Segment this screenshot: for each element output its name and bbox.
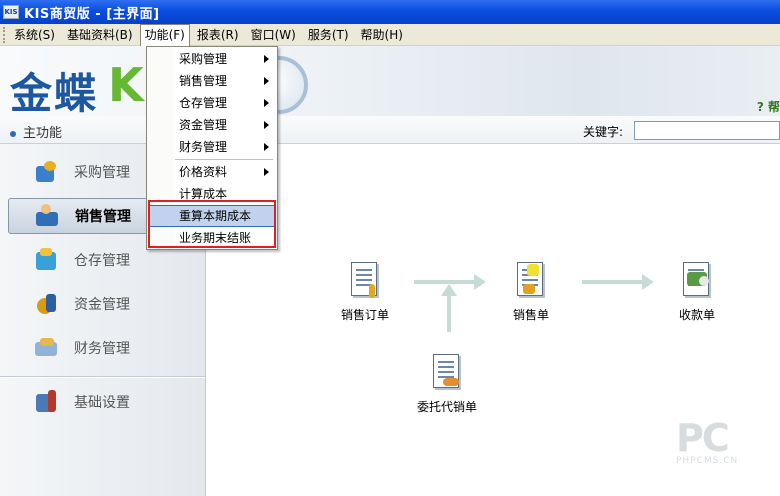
- submenu-arrow-icon: [264, 168, 269, 176]
- menu-item-label: 财务管理: [179, 140, 228, 154]
- menu-item-price-data[interactable]: 价格资料: [149, 161, 275, 183]
- title-bar: KIS KIS商贸版 - [主界面]: [0, 0, 780, 24]
- settings-icon: [34, 390, 60, 414]
- sidebar-item-label: 仓存管理: [74, 253, 130, 269]
- menu-item-money[interactable]: 资金管理: [149, 114, 275, 136]
- help-link[interactable]: ? 帮: [757, 98, 780, 115]
- flow-node-consignment[interactable]: 委托代销单: [407, 354, 487, 415]
- sidebar-item-label: 销售管理: [75, 209, 131, 225]
- flow-node-receipt[interactable]: 收款单: [657, 262, 737, 323]
- menu-help[interactable]: 帮助(H): [356, 24, 408, 45]
- keyword-input[interactable]: [634, 121, 780, 140]
- brand-banner: 金蝶 K ? 帮: [0, 46, 780, 116]
- annotation-highlight-frame: [148, 200, 276, 248]
- flow-arrow-up: [441, 284, 457, 332]
- sales-order-icon: [347, 262, 383, 302]
- sales-icon: [35, 204, 61, 228]
- menu-item-warehouse[interactable]: 仓存管理: [149, 92, 275, 114]
- menu-service[interactable]: 服务(T): [303, 24, 354, 45]
- menu-item-label: 仓存管理: [179, 96, 228, 110]
- brand-logo-text: 金蝶: [10, 69, 99, 116]
- menu-item-finance[interactable]: 财务管理: [149, 136, 275, 158]
- brand-logo-k: K: [108, 58, 144, 112]
- main-function-text: 主功能: [23, 126, 63, 141]
- flow-node-label: 委托代销单: [416, 400, 477, 414]
- keyword-label: 关键字:: [583, 125, 624, 139]
- sidebar-item-settings[interactable]: 基础设置: [8, 384, 202, 420]
- watermark-logo: PC PHPCMS.CN: [676, 416, 768, 476]
- submenu-arrow-icon: [264, 143, 269, 151]
- menu-item-label: 价格资料: [179, 165, 228, 179]
- finance-icon: [34, 336, 60, 360]
- money-icon: [34, 292, 60, 316]
- menu-separator: [175, 159, 273, 160]
- flow-node-label: 销售单: [512, 308, 549, 322]
- menu-reports[interactable]: 报表(R): [192, 24, 244, 45]
- submenu-arrow-icon: [264, 55, 269, 63]
- menu-window[interactable]: 窗口(W): [246, 24, 301, 45]
- warehouse-icon: [34, 248, 60, 272]
- menu-function[interactable]: 功能(F): [139, 23, 190, 46]
- menu-item-purchase[interactable]: 采购管理: [149, 48, 275, 70]
- main-function-label: 主功能: [10, 122, 62, 141]
- menu-item-sales[interactable]: 销售管理: [149, 70, 275, 92]
- submenu-arrow-icon: [264, 121, 269, 129]
- menu-item-label: 资金管理: [179, 118, 228, 132]
- menu-bar: 系统(S) 基础资料(B) 功能(F) 报表(R) 窗口(W) 服务(T) 帮助…: [0, 23, 780, 46]
- flow-node-label: 销售订单: [340, 308, 389, 322]
- watermark-big: PC: [676, 416, 730, 460]
- menu-item-label: 计算成本: [179, 187, 228, 201]
- submenu-arrow-icon: [264, 77, 269, 85]
- flow-node-label: 收款单: [678, 308, 715, 322]
- consignment-icon: [429, 354, 465, 394]
- menu-item-label: 销售管理: [179, 74, 228, 88]
- flow-node-sales-order[interactable]: 销售订单: [325, 262, 405, 323]
- flow-arrow: [582, 274, 654, 290]
- menu-system[interactable]: 系统(S): [9, 24, 60, 45]
- sidebar-item-label: 财务管理: [74, 341, 130, 357]
- menu-item-label: 采购管理: [179, 52, 228, 66]
- sidebar-item-finance[interactable]: 财务管理: [8, 330, 202, 366]
- window-title: KIS商贸版 - [主界面]: [24, 6, 160, 22]
- sidebar-item-label: 基础设置: [74, 395, 130, 411]
- submenu-arrow-icon: [264, 99, 269, 107]
- sidebar-item-label: 资金管理: [74, 297, 130, 313]
- app-icon: KIS: [3, 5, 19, 19]
- sidebar-divider: [0, 376, 205, 378]
- purchase-icon: [34, 160, 60, 184]
- receipt-icon: [679, 262, 715, 302]
- flow-node-sales-doc[interactable]: 销售单: [491, 262, 571, 323]
- menu-basic-data[interactable]: 基础资料(B): [62, 24, 138, 45]
- sidebar-item-money[interactable]: 资金管理: [8, 286, 202, 322]
- watermark-small: PHPCMS.CN: [676, 456, 739, 466]
- bullet-icon: [10, 130, 16, 137]
- sidebar-item-label: 采购管理: [74, 165, 130, 181]
- sales-doc-icon: [513, 262, 549, 302]
- search-bar: 主功能 关键字:: [0, 116, 780, 144]
